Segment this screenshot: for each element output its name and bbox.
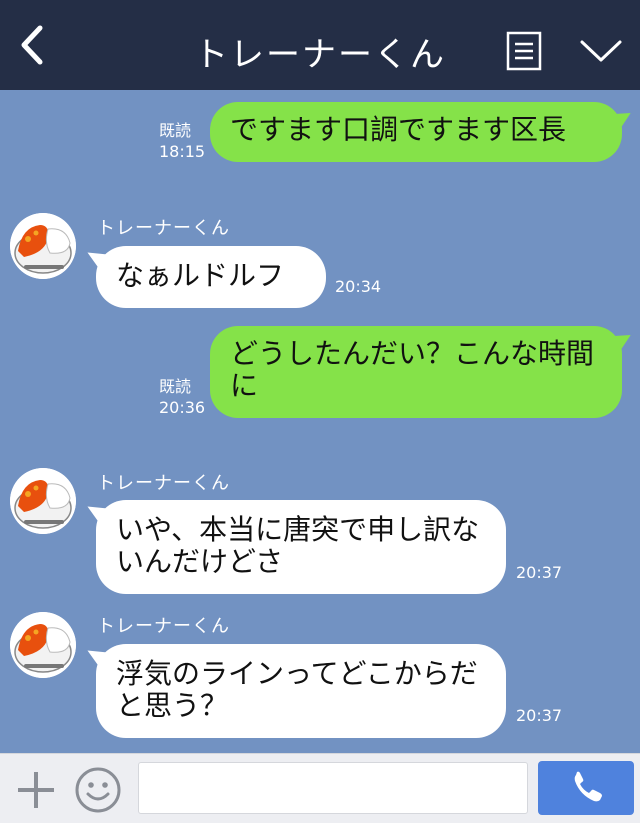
message-time: 20:37	[516, 563, 563, 582]
message-bubble-incoming[interactable]: 浮気のラインってどこからだと思う？	[96, 644, 506, 738]
message-text: どうしたんだい？こんな時間に	[230, 337, 595, 402]
curry-rice-icon	[10, 612, 76, 678]
message-text: 浮気のラインってどこからだと思う？	[116, 657, 478, 722]
read-status: 既読	[159, 377, 192, 396]
message-time: 20:34	[335, 277, 382, 296]
message-text: ですます口調ですます区長	[230, 113, 567, 146]
message-bubble-outgoing[interactable]: ですます口調ですます区長	[210, 102, 622, 162]
message-bubble-outgoing[interactable]: どうしたんだい？こんな時間に	[210, 326, 622, 418]
message-bubble-incoming[interactable]: なぁルドルフ	[96, 246, 326, 308]
smiley-icon	[75, 767, 121, 813]
sender-name: トレーナーくん	[97, 616, 230, 637]
message-time: 18:15	[159, 142, 206, 161]
sender-name: トレーナーくん	[97, 473, 230, 494]
chat-header: トレーナーくん	[0, 0, 640, 90]
add-attachment-button[interactable]	[14, 768, 58, 812]
sender-name: トレーナーくん	[97, 218, 230, 239]
plus-icon	[18, 772, 54, 808]
message-time: 20:36	[159, 398, 206, 417]
call-button[interactable]	[538, 761, 634, 815]
avatar[interactable]	[10, 213, 76, 279]
message-input[interactable]	[138, 762, 528, 814]
back-button[interactable]	[10, 20, 60, 70]
chevron-left-icon	[21, 25, 43, 65]
input-bar	[0, 753, 640, 823]
list-icon	[506, 31, 542, 71]
curry-rice-icon	[10, 213, 76, 279]
chat-title: トレーナーくん	[194, 35, 446, 75]
phone-icon	[574, 771, 602, 802]
avatar[interactable]	[10, 468, 76, 534]
message-bubble-incoming[interactable]: いや、本当に唐突で申し訳ないんだけどさ	[96, 500, 506, 594]
message-read-meta: 既読 18:15	[159, 120, 205, 162]
read-status: 既読	[159, 121, 192, 140]
chevron-down-icon	[580, 40, 622, 62]
emoji-button[interactable]	[74, 766, 122, 814]
message-time: 20:37	[516, 706, 563, 725]
curry-rice-icon	[10, 468, 76, 534]
message-read-meta: 既読 20:36	[159, 376, 205, 418]
chat-area[interactable]: 既読 18:15 ですます口調ですます区長 トレーナーくん なぁルドルフ 20:…	[0, 90, 640, 753]
message-text: なぁルドルフ	[116, 259, 285, 292]
avatar[interactable]	[10, 612, 76, 678]
collapse-button[interactable]	[578, 30, 624, 70]
menu-button[interactable]	[506, 31, 542, 71]
message-text: いや、本当に唐突で申し訳ないんだけどさ	[116, 513, 480, 578]
